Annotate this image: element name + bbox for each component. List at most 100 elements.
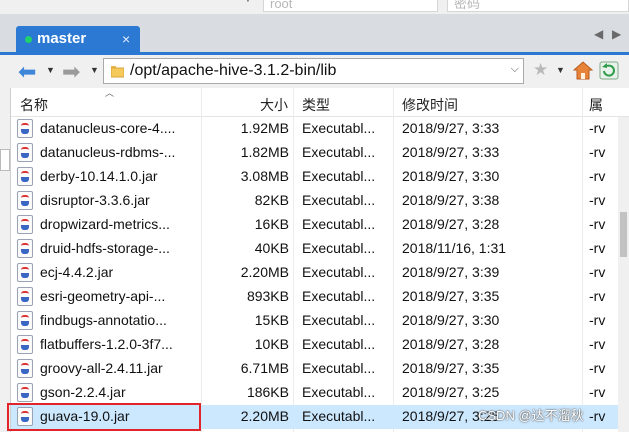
file-attributes: -rv <box>589 408 606 424</box>
java-jar-icon <box>17 191 33 210</box>
file-type: Executabl... <box>302 384 376 400</box>
file-list-header: 名称 ︿ 大小 类型 修改时间 属 <box>11 88 629 117</box>
path-value: /opt/apache-hive-3.1.2-bin/lib <box>130 62 337 79</box>
column-header-size[interactable]: 大小 <box>260 95 288 115</box>
close-icon[interactable]: × <box>122 31 130 47</box>
file-size: 186KB <box>246 384 289 400</box>
file-size: 40KB <box>254 240 289 256</box>
scrollbar-thumb[interactable] <box>620 212 627 257</box>
file-name: disruptor-3.3.6.jar <box>40 192 150 208</box>
file-name: datanucleus-core-4.... <box>40 120 176 136</box>
java-jar-icon <box>17 263 33 282</box>
file-size: 15KB <box>254 312 289 328</box>
file-row[interactable]: esri-geometry-api-... 893KB Executabl...… <box>11 285 618 309</box>
java-jar-icon <box>17 359 33 378</box>
username-field[interactable]: root <box>263 0 438 12</box>
password-field[interactable]: 密码 <box>447 0 629 12</box>
file-attributes: -rv <box>589 312 606 328</box>
back-dropdown-icon[interactable]: ▼ <box>46 65 55 75</box>
file-size: 1.92MB <box>240 120 289 136</box>
file-type: Executabl... <box>302 240 376 256</box>
file-type: Executabl... <box>302 336 376 352</box>
sort-ascending-icon: ︿ <box>105 88 115 98</box>
pane-toggle-button[interactable] <box>0 149 10 171</box>
file-size: 893KB <box>246 288 289 304</box>
vertical-scrollbar[interactable] <box>618 117 629 432</box>
left-pane-edge <box>0 88 11 432</box>
file-row[interactable]: derby-10.14.1.0.jar 3.08MB Executabl... … <box>11 165 618 189</box>
bookmark-dropdown-icon[interactable]: ▼ <box>556 65 565 75</box>
watermark: CSDN @达不溜秋 <box>478 408 584 423</box>
file-modified: 2018/9/27, 3:30 <box>402 312 500 328</box>
file-size: 82KB <box>254 192 289 208</box>
file-attributes: -rv <box>589 144 606 160</box>
file-modified: 2018/11/16, 1:31 <box>402 240 507 256</box>
tab-scroll-right-icon[interactable]: ▶ <box>612 27 621 41</box>
file-attributes: -rv <box>589 264 606 280</box>
file-name: esri-geometry-api-... <box>40 288 166 304</box>
refresh-icon[interactable] <box>599 61 619 80</box>
file-modified: 2018/9/27, 3:39 <box>402 264 500 280</box>
file-type: Executabl... <box>302 288 376 304</box>
bookmark-star-icon[interactable]: ★ <box>533 60 548 80</box>
file-size: 3.08MB <box>240 168 289 184</box>
file-row[interactable]: dropwizard-metrics... 16KB Executabl... … <box>11 213 618 237</box>
connected-status-icon <box>25 36 32 43</box>
file-type: Executabl... <box>302 120 376 136</box>
java-jar-icon <box>17 143 33 162</box>
file-attributes: -rv <box>589 384 606 400</box>
file-type: Executabl... <box>302 216 376 232</box>
file-name: findbugs-annotatio... <box>40 312 167 328</box>
java-jar-icon <box>17 335 33 354</box>
file-row[interactable]: gson-2.2.4.jar 186KB Executabl... 2018/9… <box>11 381 618 405</box>
java-jar-icon <box>17 239 33 258</box>
file-row[interactable]: druid-hdfs-storage-... 40KB Executabl...… <box>11 237 618 261</box>
file-name: derby-10.14.1.0.jar <box>40 168 158 184</box>
file-row[interactable]: datanucleus-core-4.... 1.92MB Executabl.… <box>11 117 618 141</box>
folder-icon <box>111 66 124 78</box>
annotation-highlight-box <box>7 403 201 431</box>
java-jar-icon <box>17 383 33 402</box>
file-row[interactable]: datanucleus-rdbms-... 1.82MB Executabl..… <box>11 141 618 165</box>
file-row[interactable]: findbugs-annotatio... 15KB Executabl... … <box>11 309 618 333</box>
file-attributes: -rv <box>589 240 606 256</box>
file-modified: 2018/9/27, 3:35 <box>402 288 500 304</box>
path-input[interactable]: /opt/apache-hive-3.1.2-bin/lib ⌵ <box>103 58 524 84</box>
column-header-modified[interactable]: 修改时间 <box>402 95 458 115</box>
file-attributes: -rv <box>589 288 606 304</box>
file-row[interactable]: disruptor-3.3.6.jar 82KB Executabl... 20… <box>11 189 618 213</box>
file-row[interactable]: ecj-4.4.2.jar 2.20MB Executabl... 2018/9… <box>11 261 618 285</box>
file-type: Executabl... <box>302 168 376 184</box>
column-header-name[interactable]: 名称 <box>20 95 48 115</box>
file-name: dropwizard-metrics... <box>40 216 170 232</box>
java-jar-icon <box>17 215 33 234</box>
file-row[interactable]: groovy-all-2.4.11.jar 6.71MB Executabl..… <box>11 357 618 381</box>
file-type: Executabl... <box>302 312 376 328</box>
java-jar-icon <box>17 119 33 138</box>
file-row[interactable]: flatbuffers-1.2.0-3f7... 10KB Executabl.… <box>11 333 618 357</box>
column-header-type[interactable]: 类型 <box>302 95 330 115</box>
file-name: groovy-all-2.4.11.jar <box>40 360 163 376</box>
file-name: gson-2.2.4.jar <box>40 384 126 400</box>
java-jar-icon <box>17 287 33 306</box>
file-name: druid-hdfs-storage-... <box>40 240 170 256</box>
file-attributes: -rv <box>589 192 606 208</box>
forward-dropdown-icon[interactable]: ▼ <box>90 65 99 75</box>
navigation-toolbar: ⬅ ▼ ➡ ▼ /opt/apache-hive-3.1.2-bin/lib ⌵… <box>0 55 629 89</box>
file-modified: 2018/9/27, 3:35 <box>402 360 500 376</box>
file-modified: 2018/9/27, 3:33 <box>402 120 500 136</box>
column-header-attributes[interactable]: 属 <box>589 95 603 115</box>
back-arrow-icon[interactable]: ⬅ <box>18 59 36 85</box>
file-size: 1.82MB <box>240 144 289 160</box>
tab-scroll-left-icon[interactable]: ◀ <box>594 27 603 41</box>
file-type: Executabl... <box>302 144 376 160</box>
file-type: Executabl... <box>302 264 376 280</box>
forward-arrow-icon[interactable]: ➡ <box>62 59 80 85</box>
file-attributes: -rv <box>589 360 606 376</box>
file-modified: 2018/9/27, 3:28 <box>402 216 500 232</box>
chevron-down-icon[interactable]: ⌵ <box>511 63 519 76</box>
home-icon[interactable] <box>573 61 593 80</box>
file-name: datanucleus-rdbms-... <box>40 144 176 160</box>
user-dropdown-icon[interactable]: ▼ <box>243 0 253 5</box>
tab-master[interactable]: master × <box>16 26 140 53</box>
